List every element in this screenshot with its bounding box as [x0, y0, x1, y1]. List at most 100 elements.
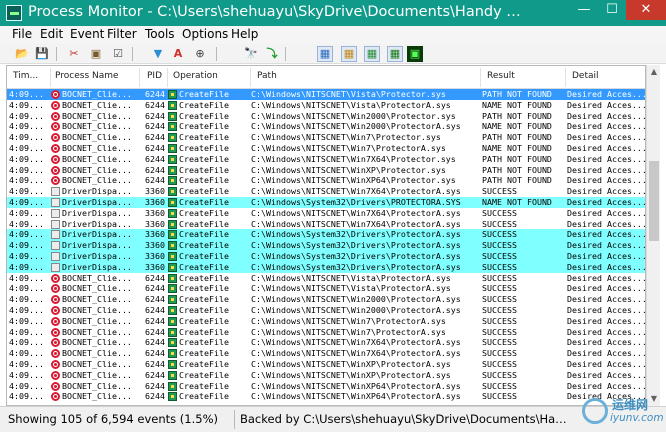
boc-process-icon: [51, 165, 60, 175]
table-row[interactable]: 4:09... DriverDispa... 3360 CreateFile C:\Wi…: [7, 196, 645, 208]
driver-process-icon: [51, 219, 60, 229]
table-row[interactable]: 4:09... BOCNET_Clie... 6244 CreateFile C:\Wi…: [7, 391, 645, 402]
table-row[interactable]: 4:09... DriverDispa... 3360 CreateFile C:\Wi…: [7, 219, 645, 230]
highlight-icon[interactable]: A: [170, 46, 186, 62]
filesystem-operation-icon: [168, 284, 177, 294]
cell-pid: 3360: [145, 207, 165, 218]
filesystem-operation-icon: [168, 197, 177, 207]
scroll-up-icon[interactable]: ▲: [647, 65, 661, 79]
table-row[interactable]: 4:09... BOCNET_Clie... 6244 CreateFile C:\Wi…: [7, 142, 645, 154]
table-row[interactable]: 4:09... BOCNET_Clie... 6244 CreateFile C:\Wi…: [7, 273, 645, 284]
table-row[interactable]: 4:09... BOCNET_Clie... 6244 CreateFile C:\Wi…: [7, 316, 645, 327]
cell-path: C:\Windows\System32\Drivers\ProtectorA.s…: [251, 229, 461, 240]
cell-operation: CreateFile: [179, 164, 229, 175]
table-row[interactable]: 4:09... BOCNET_Clie... 6244 CreateFile C:\Wi…: [7, 111, 645, 122]
column-result[interactable]: Result: [487, 71, 562, 81]
menu-event[interactable]: Event: [70, 27, 104, 41]
cell-time: 4:09...: [9, 175, 44, 186]
event-list[interactable]: Tim... Process Name PID Operation Path R…: [6, 65, 646, 406]
driver-process-icon: [51, 208, 60, 218]
maximize-button[interactable]: ☐: [598, 0, 626, 20]
cell-time: 4:09...: [9, 186, 44, 197]
cell-time: 4:09...: [9, 304, 44, 315]
column-process-name[interactable]: Process Name: [55, 71, 137, 81]
clear-icon[interactable]: ☑: [110, 46, 126, 62]
column-time[interactable]: Tim...: [13, 71, 49, 81]
menu-filter[interactable]: Filter: [107, 27, 137, 41]
cell-path: C:\Windows\NITSCNET\Win2000\ProtectorA.s…: [251, 304, 461, 315]
menu-edit[interactable]: Edit: [40, 27, 63, 41]
show-network-icon[interactable]: ▦: [364, 46, 380, 62]
cell-time: 4:09...: [9, 142, 44, 153]
cell-time: 4:09...: [9, 391, 44, 402]
cell-operation: CreateFile: [179, 207, 229, 218]
column-detail[interactable]: Detail: [572, 71, 644, 81]
target-icon[interactable]: ⊕: [192, 46, 208, 62]
table-row[interactable]: 4:09... DriverDispa... 3360 CreateFile C:\Wi…: [7, 250, 645, 262]
table-row[interactable]: 4:09... BOCNET_Clie... 6244 CreateFile C:\Wi…: [7, 132, 645, 143]
table-row[interactable]: 4:09... DriverDispa... 3360 CreateFile C:\Wi…: [7, 229, 645, 241]
table-row[interactable]: 4:09... BOCNET_Clie... 6244 CreateFile C:\Wi…: [7, 358, 645, 370]
show-process-icon[interactable]: ▦: [387, 46, 403, 62]
autoscroll-icon[interactable]: ▣: [88, 46, 104, 62]
cell-pid: 6244: [145, 153, 165, 164]
cell-detail: Desired Acces...: [567, 304, 646, 315]
table-row[interactable]: 4:09... BOCNET_Clie... 6244 CreateFile C:\Wi…: [7, 89, 645, 100]
table-row[interactable]: 4:09... BOCNET_Clie... 6244 CreateFile C:\Wi…: [7, 294, 645, 305]
table-row[interactable]: 4:09... BOCNET_Clie... 6244 CreateFile C:\Wi…: [7, 175, 645, 186]
filesystem-operation-icon: [168, 338, 177, 348]
column-divider[interactable]: [565, 68, 566, 87]
table-row[interactable]: 4:09... BOCNET_Clie... 6244 CreateFile C:\Wi…: [7, 304, 646, 316]
table-row[interactable]: 4:09... BOCNET_Clie... 6244 CreateFile C:\Wi…: [7, 381, 645, 392]
find-icon[interactable]: 🔭: [243, 46, 259, 62]
capture-icon[interactable]: ✂: [66, 46, 82, 62]
table-row[interactable]: 4:09... DriverDispa... 3360 CreateFile C:\Wi…: [7, 240, 645, 251]
table-row[interactable]: 4:09... DriverDispa... 3360 CreateFile C:\Wi…: [7, 261, 645, 273]
vertical-scrollbar[interactable]: ▲ ▼: [646, 65, 660, 406]
column-divider[interactable]: [167, 68, 168, 87]
column-divider[interactable]: [50, 68, 51, 87]
table-row[interactable]: 4:09... BOCNET_Clie... 6244 CreateFile C:\Wi…: [7, 121, 645, 132]
table-row[interactable]: 4:09... BOCNET_Clie... 6244 CreateFile C:\Wi…: [7, 164, 645, 176]
column-pid[interactable]: PID: [147, 71, 167, 81]
column-path[interactable]: Path: [257, 71, 477, 81]
process-monitor-app-icon[interactable]: [6, 5, 22, 21]
cell-time: 4:09...: [9, 132, 44, 143]
table-row[interactable]: 4:09... DriverDispa... 3360 CreateFile C:\Wi…: [7, 207, 645, 219]
boc-process-icon: [51, 176, 60, 186]
watermark-circle-icon: [582, 398, 608, 424]
table-row[interactable]: 4:09... BOCNET_Clie... 6244 CreateFile C:\Wi…: [7, 283, 645, 294]
table-row[interactable]: 4:09... BOCNET_Clie... 6244 CreateFile C:\Wi…: [7, 348, 645, 359]
scroll-thumb[interactable]: [649, 161, 659, 241]
table-row[interactable]: 4:09... BOCNET_Clie... 6244 CreateFile C:\Wi…: [7, 326, 646, 338]
show-filesystem-icon[interactable]: ▦: [341, 46, 357, 62]
open-icon[interactable]: 📂: [14, 46, 30, 62]
cell-path: C:\Windows\NITSCNET\Win7X64\ProtectorA.s…: [251, 337, 461, 348]
column-operation[interactable]: Operation: [173, 71, 248, 81]
close-button[interactable]: ✕: [626, 0, 666, 20]
show-profiling-icon[interactable]: ▣: [407, 46, 423, 62]
column-divider[interactable]: [139, 68, 140, 87]
driver-process-icon: [51, 197, 60, 207]
table-row[interactable]: 4:09... DriverDispa... 3360 CreateFile C:\Wi…: [7, 186, 645, 197]
save-icon[interactable]: 💾: [34, 46, 50, 62]
show-registry-icon[interactable]: ▦: [317, 46, 333, 62]
table-row[interactable]: 4:09... BOCNET_Clie... 6244 CreateFile C:\Wi…: [7, 153, 645, 165]
filter-icon[interactable]: ▼: [150, 46, 166, 62]
minimize-button[interactable]: —: [570, 0, 598, 20]
menu-file[interactable]: File: [12, 27, 32, 41]
table-row[interactable]: 4:09... BOCNET_Clie... 6244 CreateFile C:\Wi…: [7, 337, 645, 348]
table-row[interactable]: 4:09... BOCNET_Clie... 6244 CreateFile C:\Wi…: [7, 100, 645, 111]
menu-help[interactable]: Help: [231, 27, 258, 41]
menu-tools[interactable]: Tools: [145, 27, 175, 41]
cell-process-name: BOCNET_Clie...: [62, 348, 132, 359]
column-divider[interactable]: [480, 68, 481, 87]
cell-detail: Desired Acces...: [567, 326, 646, 337]
cell-path: C:\Windows\NITSCNET\Win7X64\ProtectorA.s…: [251, 207, 461, 218]
jump-to-icon[interactable]: ⤵: [264, 46, 280, 62]
filesystem-operation-icon: [168, 392, 177, 402]
column-divider[interactable]: [250, 68, 251, 87]
cell-pid: 6244: [145, 358, 165, 369]
table-row[interactable]: 4:09... BOCNET_Clie... 6244 CreateFile C:\Wi…: [7, 370, 645, 381]
menu-options[interactable]: Options: [182, 27, 228, 41]
